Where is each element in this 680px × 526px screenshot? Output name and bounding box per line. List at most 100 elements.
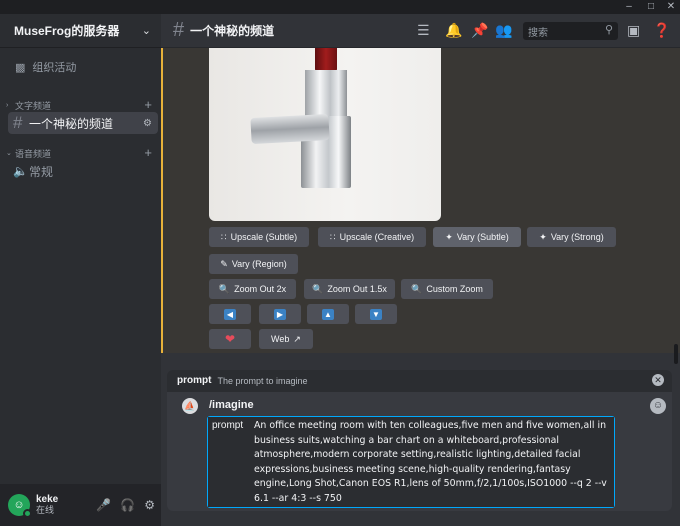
web-button[interactable]: Web ↗ bbox=[259, 329, 313, 349]
events-item[interactable]: ▩ 组织活动 bbox=[8, 56, 158, 78]
vary-region-button[interactable]: ✎ Vary (Region) bbox=[209, 254, 298, 274]
emoji-icon[interactable]: ☺ bbox=[650, 398, 666, 414]
pin-icon[interactable]: 📌 bbox=[471, 22, 488, 39]
upscale-creative-button[interactable]: ∷ Upscale (Creative) bbox=[318, 227, 426, 247]
magnifier-icon: 🔍 bbox=[312, 283, 324, 294]
close-window-button[interactable]: ✕ bbox=[660, 0, 680, 14]
lipstick-bullet bbox=[315, 48, 337, 72]
help-icon[interactable]: ❓ bbox=[653, 22, 670, 39]
gear-icon[interactable]: ⚙ bbox=[144, 498, 155, 512]
lipstick-cap bbox=[250, 113, 330, 145]
discord-window: – □ ✕ MuseFrog的服务器 ⌄ ▩ 组织活动 › 文字频道 + # 一… bbox=[0, 0, 680, 526]
chevron-icon: › bbox=[6, 101, 9, 109]
option-hint: prompt The prompt to imagine bbox=[167, 370, 672, 392]
user-panel: ☺ keke 在线 🎤 🎧 ⚙ bbox=[0, 484, 161, 526]
close-icon[interactable]: ✕ bbox=[652, 374, 664, 386]
prompt-field-label: prompt bbox=[208, 417, 250, 507]
chevron-down-icon: ⌄ bbox=[141, 25, 151, 37]
pan-left-button[interactable]: ◀ bbox=[209, 304, 251, 324]
bot-avatar: ⛵ bbox=[182, 398, 198, 414]
vary-strong-button[interactable]: ✦ Vary (Strong) bbox=[527, 227, 616, 247]
zoom-out-1-5x-button[interactable]: 🔍 Zoom Out 1.5x bbox=[304, 279, 395, 299]
window-titlebar: – □ ✕ bbox=[0, 0, 680, 14]
hash-icon: # bbox=[173, 19, 185, 41]
scrollbar-thumb[interactable] bbox=[674, 344, 678, 364]
arrow-left-icon: ◀ bbox=[224, 308, 236, 320]
arrow-down-icon: ▼ bbox=[370, 308, 382, 320]
category-label: 文字频道 bbox=[15, 100, 52, 111]
server-header[interactable]: MuseFrog的服务器 ⌄ bbox=[0, 14, 161, 48]
channel-title: 一个神秘的频道 bbox=[190, 24, 275, 38]
search-placeholder: 搜索 bbox=[528, 28, 548, 39]
magic-wand-icon: ✦ bbox=[445, 231, 453, 242]
favorite-button[interactable]: ❤ bbox=[209, 329, 251, 349]
channel-label: 一个神秘的频道 bbox=[29, 116, 114, 131]
server-name: MuseFrog的服务器 bbox=[14, 24, 120, 38]
pan-right-button[interactable]: ▶ bbox=[259, 304, 301, 324]
main-panel: # 一个神秘的频道 ☰ 🔔 📌 👥 搜索 ⚲ ▣ ❓ ∷ Upscale (Sub… bbox=[161, 14, 680, 526]
magnifier-icon: 🔍 bbox=[218, 283, 231, 294]
category-label: 语音频道 bbox=[15, 148, 52, 159]
button-label: Upscale (Subtle) bbox=[230, 232, 298, 242]
voice-channels-category[interactable]: ⌄ 语音频道 + bbox=[6, 146, 156, 160]
add-channel-icon[interactable]: + bbox=[144, 98, 152, 112]
minimize-button[interactable]: – bbox=[618, 0, 640, 14]
button-label: Vary (Strong) bbox=[550, 232, 604, 242]
voice-channel-item[interactable]: 🔈 常规 bbox=[8, 160, 158, 182]
button-label: Zoom Out 2x bbox=[234, 284, 287, 294]
calendar-icon: ▩ bbox=[15, 61, 26, 74]
bell-icon[interactable]: 🔔 bbox=[445, 22, 462, 39]
heart-icon: ❤ bbox=[224, 332, 236, 346]
pan-up-button[interactable]: ▲ bbox=[307, 304, 349, 324]
upscale-icon: ∷ bbox=[220, 231, 227, 242]
magic-wand-icon: ✦ bbox=[539, 231, 547, 242]
username: keke bbox=[36, 494, 59, 505]
hash-icon: # bbox=[13, 113, 23, 132]
add-channel-icon[interactable]: + bbox=[144, 146, 152, 160]
custom-zoom-button[interactable]: 🔍 Custom Zoom bbox=[401, 279, 493, 299]
avatar[interactable]: ☺ bbox=[8, 494, 32, 518]
user-controls: 🎤 🎧 ⚙ bbox=[96, 498, 155, 512]
microphone-icon[interactable]: 🎤 bbox=[96, 498, 111, 512]
message-area: ∷ Upscale (Subtle) ∷ Upscale (Creative) ✦ V… bbox=[161, 48, 680, 353]
button-label: Custom Zoom bbox=[426, 284, 483, 294]
button-label: Web bbox=[271, 334, 290, 344]
vary-subtle-button[interactable]: ✦ Vary (Subtle) bbox=[433, 227, 521, 247]
lipstick-tube bbox=[305, 70, 347, 118]
arrow-up-icon: ▲ bbox=[322, 308, 334, 320]
members-icon[interactable]: 👥 bbox=[495, 22, 512, 39]
user-status: 在线 bbox=[36, 505, 55, 515]
channel-header: # 一个神秘的频道 ☰ 🔔 📌 👥 搜索 ⚲ ▣ ❓ bbox=[161, 14, 680, 48]
channel-sidebar: MuseFrog的服务器 ⌄ ▩ 组织活动 › 文字频道 + # 一个神秘的频道… bbox=[0, 14, 161, 526]
threads-icon[interactable]: ☰ bbox=[417, 22, 430, 39]
external-link-icon: ↗ bbox=[293, 333, 301, 344]
option-name: prompt bbox=[177, 375, 212, 386]
online-status-dot bbox=[23, 509, 32, 518]
option-description: The prompt to imagine bbox=[217, 375, 308, 386]
chevron-icon: ⌄ bbox=[6, 150, 12, 157]
search-input[interactable]: 搜索 ⚲ bbox=[523, 22, 618, 40]
channel-label: 常规 bbox=[29, 164, 54, 179]
inbox-icon[interactable]: ▣ bbox=[627, 22, 640, 39]
headphones-icon[interactable]: 🎧 bbox=[120, 498, 135, 512]
button-label: Vary (Subtle) bbox=[456, 232, 509, 242]
brush-icon: ✎ bbox=[220, 258, 228, 269]
pan-down-button[interactable]: ▼ bbox=[355, 304, 397, 324]
command-name: /imagine bbox=[209, 399, 254, 411]
channel-item-active[interactable]: # 一个神秘的频道 ⚙ bbox=[8, 112, 158, 134]
command-composer: prompt The prompt to imagine ✕ ⛵ /imagin… bbox=[167, 370, 672, 511]
generated-image[interactable] bbox=[209, 48, 441, 221]
prompt-input[interactable]: An office meeting room with ten colleagu… bbox=[250, 417, 614, 507]
upscale-subtle-button[interactable]: ∷ Upscale (Subtle) bbox=[209, 227, 309, 247]
button-label: Upscale (Creative) bbox=[339, 232, 415, 242]
magnifier-icon: 🔍 bbox=[411, 283, 423, 294]
prompt-option-field[interactable]: prompt An office meeting room with ten c… bbox=[207, 416, 615, 508]
zoom-out-2x-button[interactable]: 🔍 Zoom Out 2x bbox=[209, 279, 296, 299]
upscale-icon: ∷ bbox=[329, 231, 336, 242]
user-info[interactable]: keke 在线 bbox=[36, 494, 58, 516]
channel-settings-icon[interactable]: ⚙ bbox=[143, 118, 152, 129]
maximize-button[interactable]: □ bbox=[640, 0, 662, 14]
search-icon: ⚲ bbox=[604, 24, 613, 36]
speaker-icon: 🔈 bbox=[13, 164, 28, 178]
text-channels-category[interactable]: › 文字频道 + bbox=[6, 98, 156, 112]
